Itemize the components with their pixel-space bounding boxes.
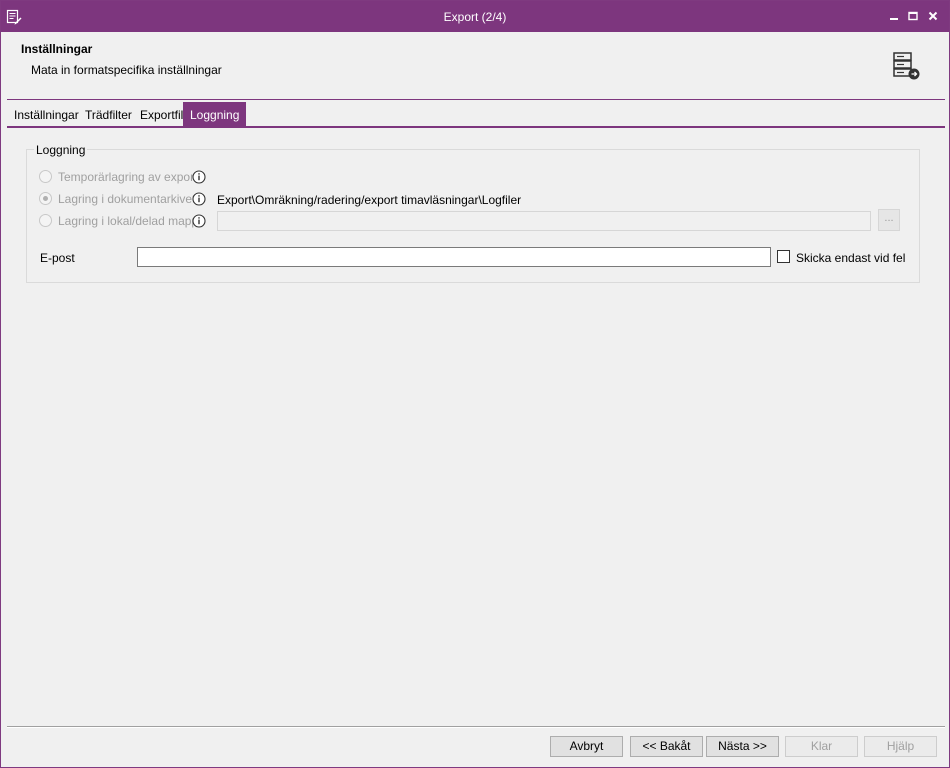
document-archive-label: Lagring i dokumentarkivet xyxy=(58,192,196,206)
tab-loggning[interactable]: Loggning xyxy=(183,102,247,126)
tab-exportfil[interactable]: Exportfil xyxy=(133,102,190,126)
next-button[interactable]: Nästa >> xyxy=(706,736,779,757)
footer-divider-highlight xyxy=(7,727,945,728)
page-title: Inställningar xyxy=(21,42,93,56)
local-folder-radio[interactable] xyxy=(39,214,52,227)
email-field[interactable] xyxy=(137,247,771,267)
logging-group-label: Loggning xyxy=(34,143,88,157)
finish-button[interactable]: Klar xyxy=(785,736,858,757)
window-title: Export (2/4) xyxy=(443,10,507,24)
browse-folder-button[interactable]: ... xyxy=(878,209,900,231)
help-button[interactable]: Hjälp xyxy=(864,736,937,757)
server-export-icon xyxy=(893,52,920,80)
email-label: E-post xyxy=(40,251,75,265)
local-folder-label: Lagring i lokal/delad mapp xyxy=(58,214,199,228)
minimize-icon[interactable] xyxy=(887,9,901,23)
archive-path: Export\Omräkning/radering/export timavlä… xyxy=(217,193,522,207)
temp-storage-label: Temporärlagring av export xyxy=(58,170,198,184)
wizard-header: Inställningar Mata in formatspecifika in… xyxy=(1,32,949,100)
cancel-button[interactable]: Avbryt xyxy=(550,736,623,757)
only-on-error-checkbox[interactable] xyxy=(777,250,790,263)
info-icon[interactable] xyxy=(192,214,206,228)
only-on-error-label[interactable]: Skicka endast vid fel xyxy=(796,251,905,265)
close-icon[interactable] xyxy=(926,9,940,23)
tab-tradfilter[interactable]: Trädfilter xyxy=(78,102,139,126)
title-bar: Export (2/4) xyxy=(1,1,949,32)
info-icon[interactable] xyxy=(192,170,206,184)
tab-installningar[interactable]: Inställningar xyxy=(7,102,86,126)
document-archive-radio[interactable] xyxy=(39,192,52,205)
header-divider xyxy=(7,99,945,100)
maximize-icon[interactable] xyxy=(906,9,920,23)
page-subtitle: Mata in formatspecifika inställningar xyxy=(31,63,222,77)
back-button[interactable]: << Bakåt xyxy=(630,736,703,757)
tab-strip-underline xyxy=(7,126,945,128)
folder-path-field[interactable] xyxy=(217,211,871,231)
info-icon[interactable] xyxy=(192,192,206,206)
export-wizard-window: Export (2/4) Inställningar Mata in forma… xyxy=(0,0,950,768)
temp-storage-radio[interactable] xyxy=(39,170,52,183)
